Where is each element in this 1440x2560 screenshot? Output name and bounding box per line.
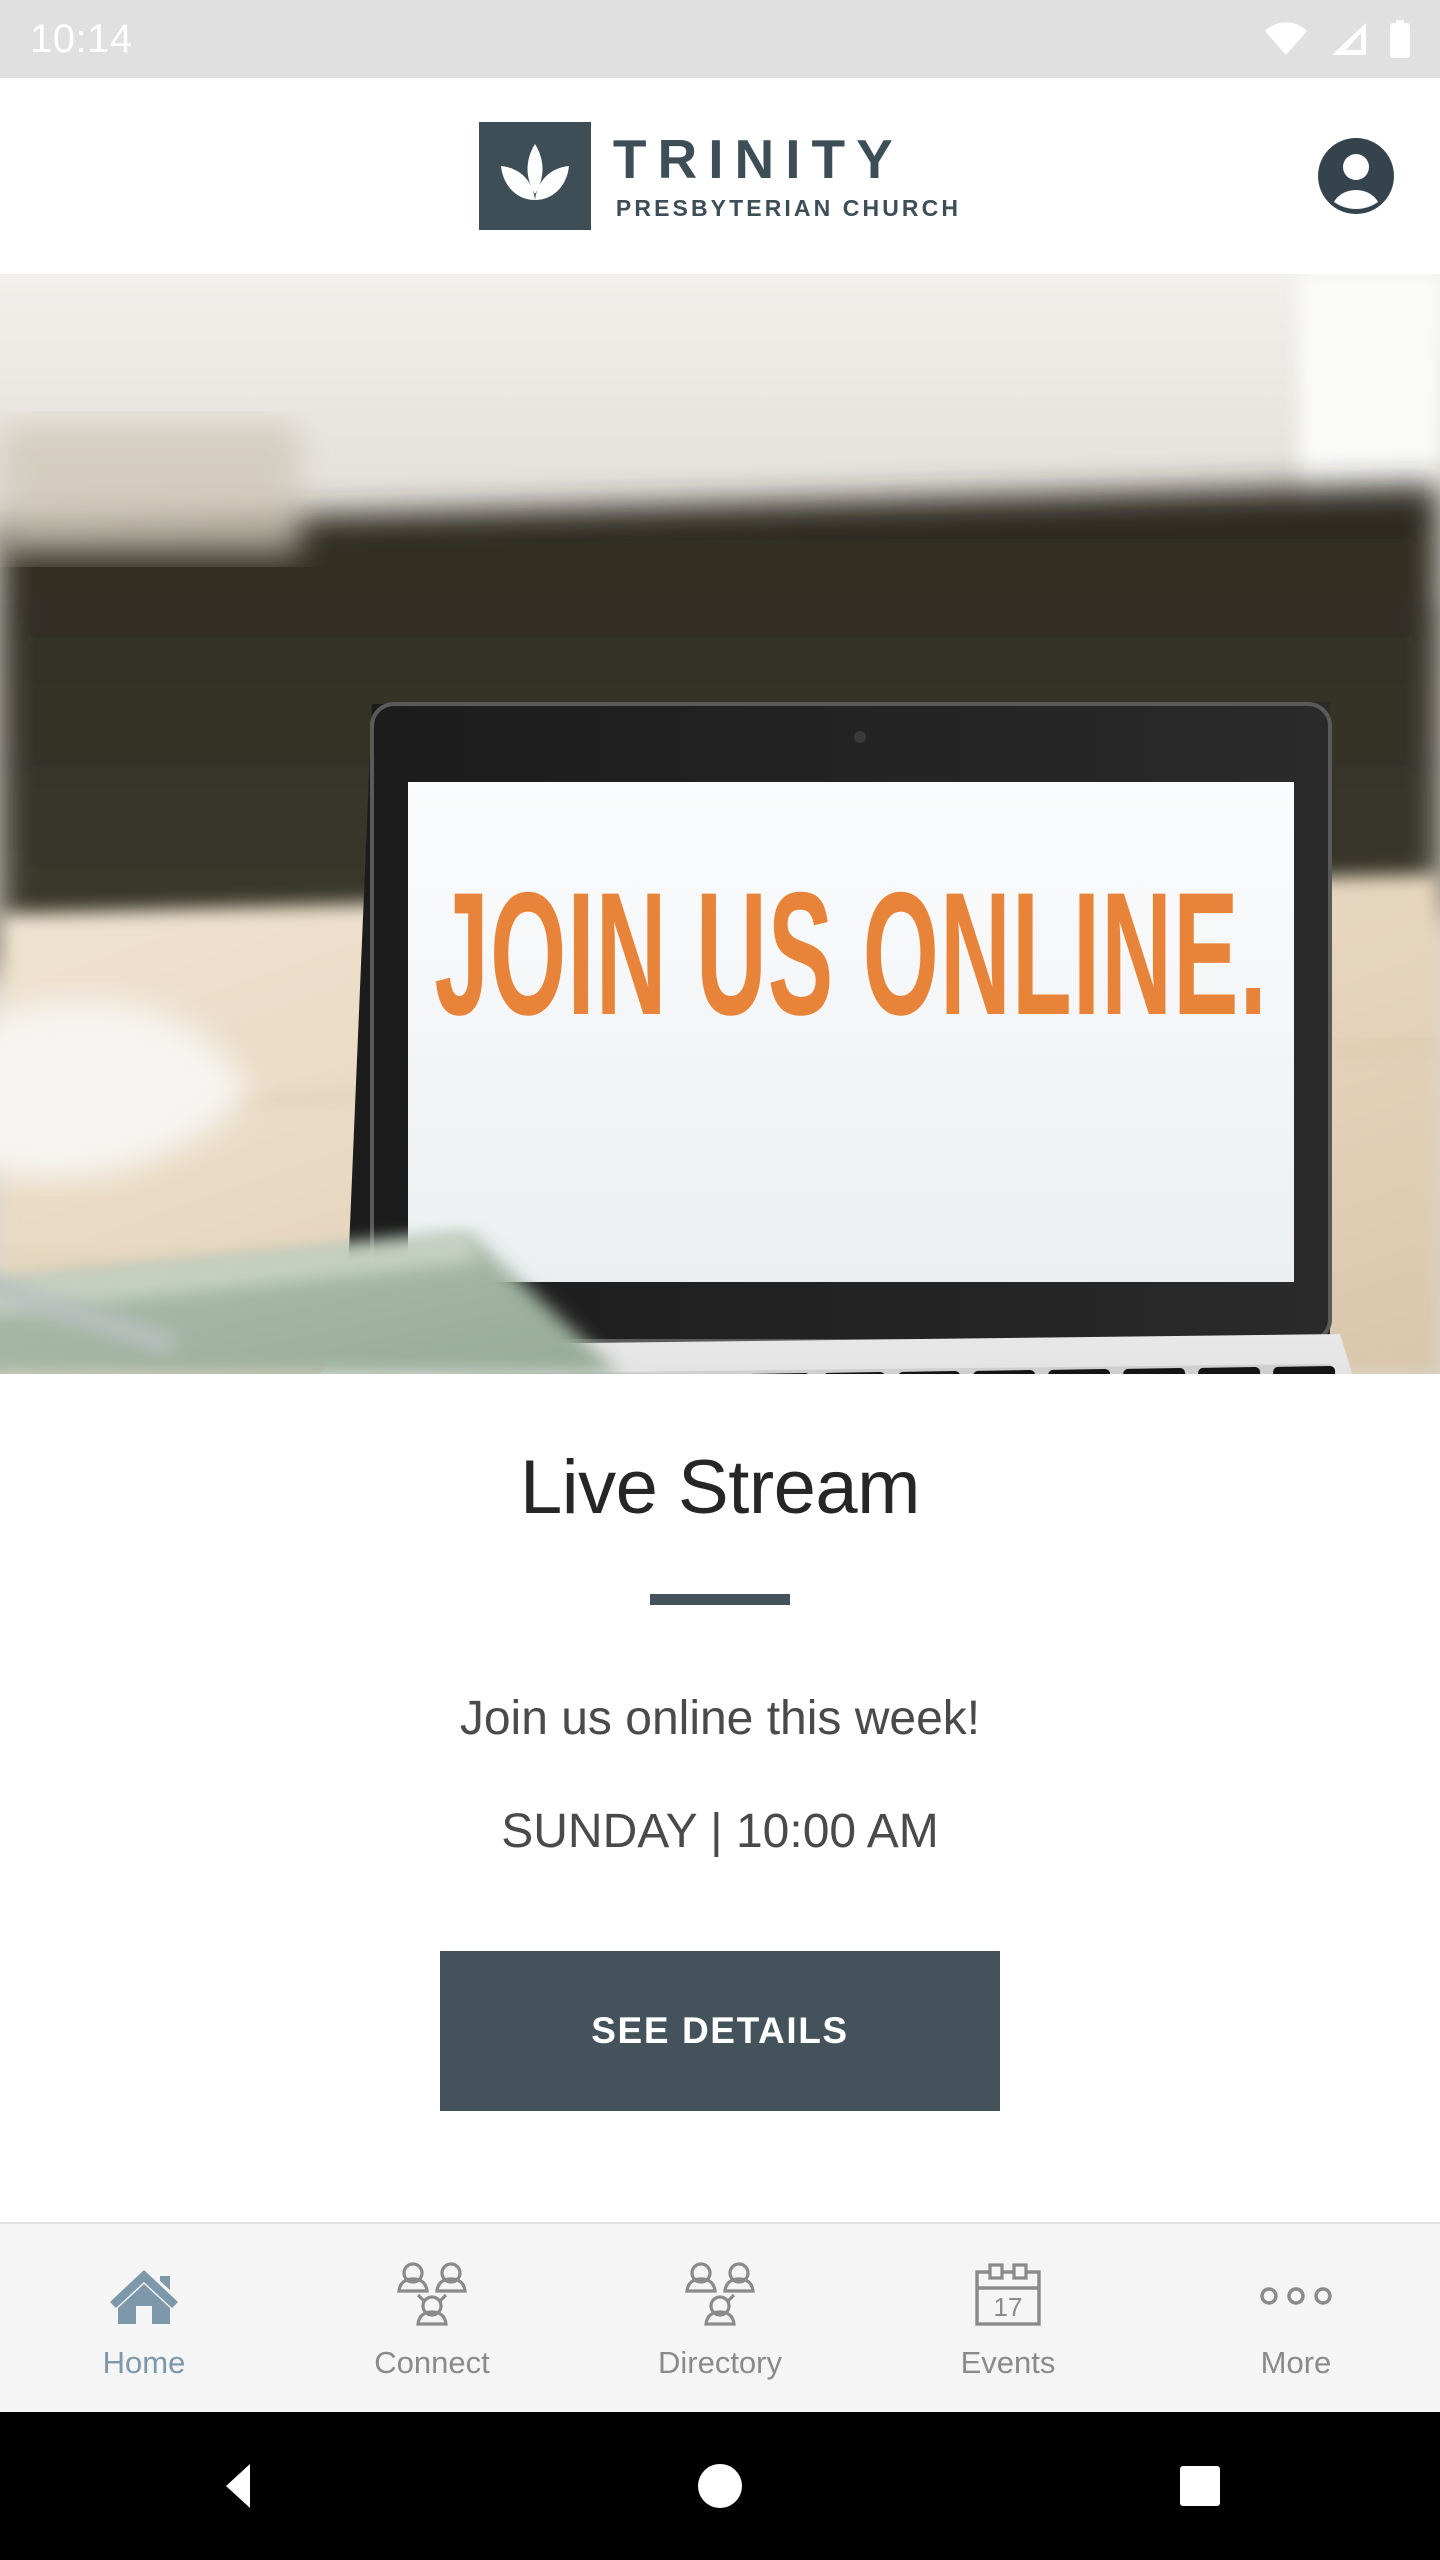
app-header: TRINITY PRESBYTERIAN CHURCH — [0, 78, 1440, 274]
tab-label-events: Events — [960, 2344, 1056, 2380]
calendar-icon: 17 — [973, 2259, 1043, 2333]
title-divider — [650, 1593, 790, 1605]
tab-label-more: More — [1260, 2344, 1332, 2380]
live-stream-card: Live Stream Join us online this week! SU… — [0, 1374, 1440, 2222]
see-details-button[interactable]: SEE DETAILS — [440, 1950, 1000, 2111]
tab-label-home: Home — [102, 2344, 186, 2380]
tab-label-connect: Connect — [374, 2344, 490, 2380]
brand-text: TRINITY PRESBYTERIAN CHURCH — [613, 131, 961, 220]
tab-more[interactable]: More — [1152, 2224, 1440, 2412]
calendar-day-number: 17 — [994, 2292, 1023, 2322]
hero-illustration: JOIN US ONLINE. — [0, 274, 1440, 1374]
three-dots-icon — [1256, 2259, 1336, 2333]
wifi-icon — [1264, 22, 1308, 56]
tab-directory[interactable]: Directory — [576, 2224, 864, 2412]
status-bar-icons — [1264, 20, 1412, 58]
home-circle-icon[interactable] — [660, 2426, 780, 2546]
page-title: Live Stream — [520, 1445, 921, 1530]
account-avatar-icon[interactable] — [1318, 138, 1394, 214]
recents-square-icon[interactable] — [1140, 2426, 1260, 2546]
card-subtitle: Join us online this week! — [459, 1691, 981, 1745]
status-bar: 10:14 — [0, 0, 1440, 78]
people-network-icon — [394, 2259, 470, 2333]
trinity-leaf-logo-icon — [478, 122, 591, 230]
card-schedule: SUNDAY | 10:00 AM — [501, 1804, 939, 1858]
people-group-icon — [682, 2259, 758, 2333]
android-nav-bar — [0, 2412, 1440, 2560]
hero-image[interactable]: JOIN US ONLINE. — [0, 274, 1440, 1374]
status-bar-time: 10:14 — [30, 17, 133, 61]
cellular-signal-icon — [1328, 22, 1368, 56]
brand-title: TRINITY — [612, 128, 904, 191]
svg-text:JOIN US ONLINE.: JOIN US ONLINE. — [434, 857, 1268, 1052]
tab-connect[interactable]: Connect — [288, 2224, 576, 2412]
app-screen: 10:14 TRINITY PRESBYTERIAN CHURCH JOIN U… — [0, 0, 1440, 2560]
back-triangle-icon[interactable] — [180, 2426, 300, 2546]
tab-label-directory: Directory — [657, 2344, 782, 2380]
home-icon — [108, 2259, 180, 2333]
bottom-tab-bar: Home Connect Directory 17 Events More — [0, 2222, 1440, 2412]
brand-subtitle: PRESBYTERIAN CHURCH — [615, 195, 962, 222]
tab-home[interactable]: Home — [0, 2224, 288, 2412]
battery-icon — [1388, 20, 1412, 58]
brand-logo[interactable]: TRINITY PRESBYTERIAN CHURCH — [478, 122, 961, 230]
tab-events[interactable]: 17 Events — [864, 2224, 1152, 2412]
